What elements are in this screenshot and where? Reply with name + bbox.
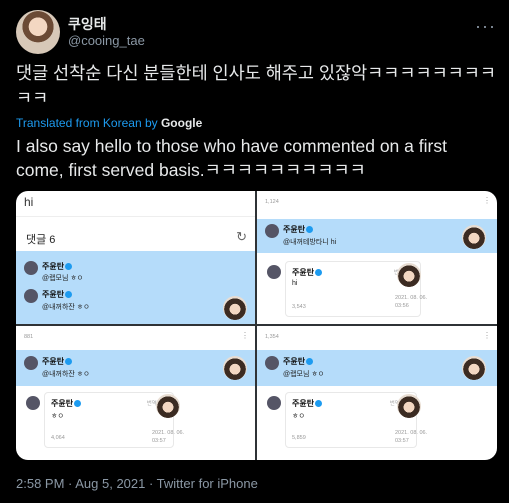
avatar xyxy=(24,356,38,370)
username-text: 주윤탄 xyxy=(283,357,306,366)
avatar[interactable] xyxy=(16,10,60,54)
comment-text: @내꺼테방타니 hi xyxy=(283,239,337,246)
tweet-translation: I also say hello to those who have comme… xyxy=(16,136,447,180)
comment-input-bar: hi xyxy=(16,191,255,217)
username-text: 주윤탄 xyxy=(42,357,65,366)
media-image-4[interactable]: 1,354 ⋮ 주윤탄 @랩모님 ㅎㅇ 주윤탄 번역하기 ㅎㅇ 5,859 20… xyxy=(257,326,497,460)
more-icon: ⋮ xyxy=(483,196,491,205)
google-logo: Google xyxy=(160,116,203,130)
verified-icon xyxy=(65,358,73,366)
translation-notice[interactable]: Translated from Korean by Google xyxy=(16,116,202,130)
author-handle[interactable]: @cooing_tae xyxy=(68,33,145,48)
more-icon: ⋮ xyxy=(241,331,249,340)
reply-username: 주윤탄 xyxy=(292,398,323,409)
reply-like-count: 4,064 xyxy=(51,435,65,441)
reply-text: ㅎㅇ xyxy=(292,413,305,420)
comment-username: 주윤탄 xyxy=(283,356,314,367)
comment-input-text: hi xyxy=(24,195,34,209)
comment-text: @랩모님 ㅎㅇ xyxy=(283,371,325,378)
more-icon: ⋮ xyxy=(483,331,491,340)
reply-text: hi xyxy=(292,280,298,287)
verified-icon xyxy=(306,226,314,234)
reply-date: 2021. 08. 06. xyxy=(152,430,185,436)
character-sticker xyxy=(156,394,180,418)
username-text: 주윤탄 xyxy=(292,268,315,277)
reply-like-count: 5,859 xyxy=(292,435,306,441)
reply-username: 주윤탄 xyxy=(292,267,323,278)
reply-date: 2021. 08. 06. xyxy=(395,295,428,301)
verified-icon xyxy=(306,358,314,366)
more-options-icon[interactable]: ··· xyxy=(475,16,496,37)
comment-username: 주윤탄 xyxy=(42,356,73,367)
reply-time: 03:57 xyxy=(395,438,409,444)
reply-time: 03:56 xyxy=(395,303,409,309)
reply-text: ㅎㅇ xyxy=(51,413,64,420)
tweet-timestamp[interactable]: 2:58 PM · Aug 5, 2021 · Twitter for iPho… xyxy=(16,476,258,491)
reply-like-count: 3,543 xyxy=(292,304,306,310)
character-sticker xyxy=(397,263,421,287)
verified-icon xyxy=(65,263,73,271)
tweet-text: 댓글 선착순 다신 분들한테 인사도 해주고 있잖악ㅋㅋㅋㅋㅋㅋㅋㅋㅋㅋ xyxy=(16,63,496,108)
reply-username: 주윤탄 xyxy=(51,398,82,409)
verified-icon xyxy=(74,400,82,408)
author-name[interactable]: 쿠잉태 xyxy=(68,14,107,34)
media-image-1[interactable]: hi 댓글 6 ↻ 주윤탄 @랩모님 ㅎㅇ 주윤탄 @내꺼하잔 ㅎㅇ xyxy=(16,191,255,324)
reply-date: 2021. 08. 06. xyxy=(395,430,428,436)
like-count: 881 xyxy=(24,334,34,340)
verified-icon xyxy=(65,291,73,299)
like-count: 1,354 xyxy=(265,334,279,340)
avatar xyxy=(267,396,281,410)
username-text: 주윤탄 xyxy=(51,399,74,408)
avatar xyxy=(24,289,38,303)
character-sticker xyxy=(462,225,486,249)
reply-time: 03:57 xyxy=(152,438,166,444)
comment-text: @랩모님 ㅎㅇ xyxy=(42,275,84,282)
comment-username: 주윤탄 xyxy=(283,224,314,235)
username-text: 주윤탄 xyxy=(283,225,306,234)
avatar xyxy=(265,356,279,370)
avatar xyxy=(265,224,279,238)
media-image-3[interactable]: 881 ⋮ 주윤탄 @내꺼하잔 ㅎㅇ 주윤탄 번역하기 ㅎㅇ 4,064 202… xyxy=(16,326,255,460)
character-sticker xyxy=(397,394,421,418)
character-sticker xyxy=(223,296,247,320)
comment-username: 주윤탄 xyxy=(42,289,73,300)
character-sticker xyxy=(462,356,486,380)
character-sticker xyxy=(223,356,247,380)
avatar xyxy=(267,265,281,279)
refresh-icon: ↻ xyxy=(236,229,247,244)
comment-username: 주윤탄 xyxy=(42,261,73,272)
comment-text: @내꺼하잔 ㅎㅇ xyxy=(42,371,90,378)
comments-header: 댓글 6 xyxy=(26,234,56,246)
verified-icon xyxy=(315,400,323,408)
media-image-2[interactable]: 1,124 ⋮ 주윤탄 @내꺼테방타니 hi 주윤탄 번역하기 hi 3,543… xyxy=(257,191,497,324)
avatar xyxy=(24,261,38,275)
tweet-header: 쿠잉태 @cooing_tae ··· xyxy=(16,10,496,54)
comment-text: @내꺼하잔 ㅎㅇ xyxy=(42,304,90,311)
like-count: 1,124 xyxy=(265,199,279,205)
username-text: 주윤탄 xyxy=(42,262,65,271)
verified-icon xyxy=(315,269,323,277)
username-text: 주윤탄 xyxy=(42,290,65,299)
avatar xyxy=(26,396,40,410)
tweet-media-grid[interactable]: hi 댓글 6 ↻ 주윤탄 @랩모님 ㅎㅇ 주윤탄 @내꺼하잔 ㅎㅇ 1,124… xyxy=(16,191,497,460)
translation-prefix: Translated from Korean by xyxy=(16,116,158,130)
username-text: 주윤탄 xyxy=(292,399,315,408)
